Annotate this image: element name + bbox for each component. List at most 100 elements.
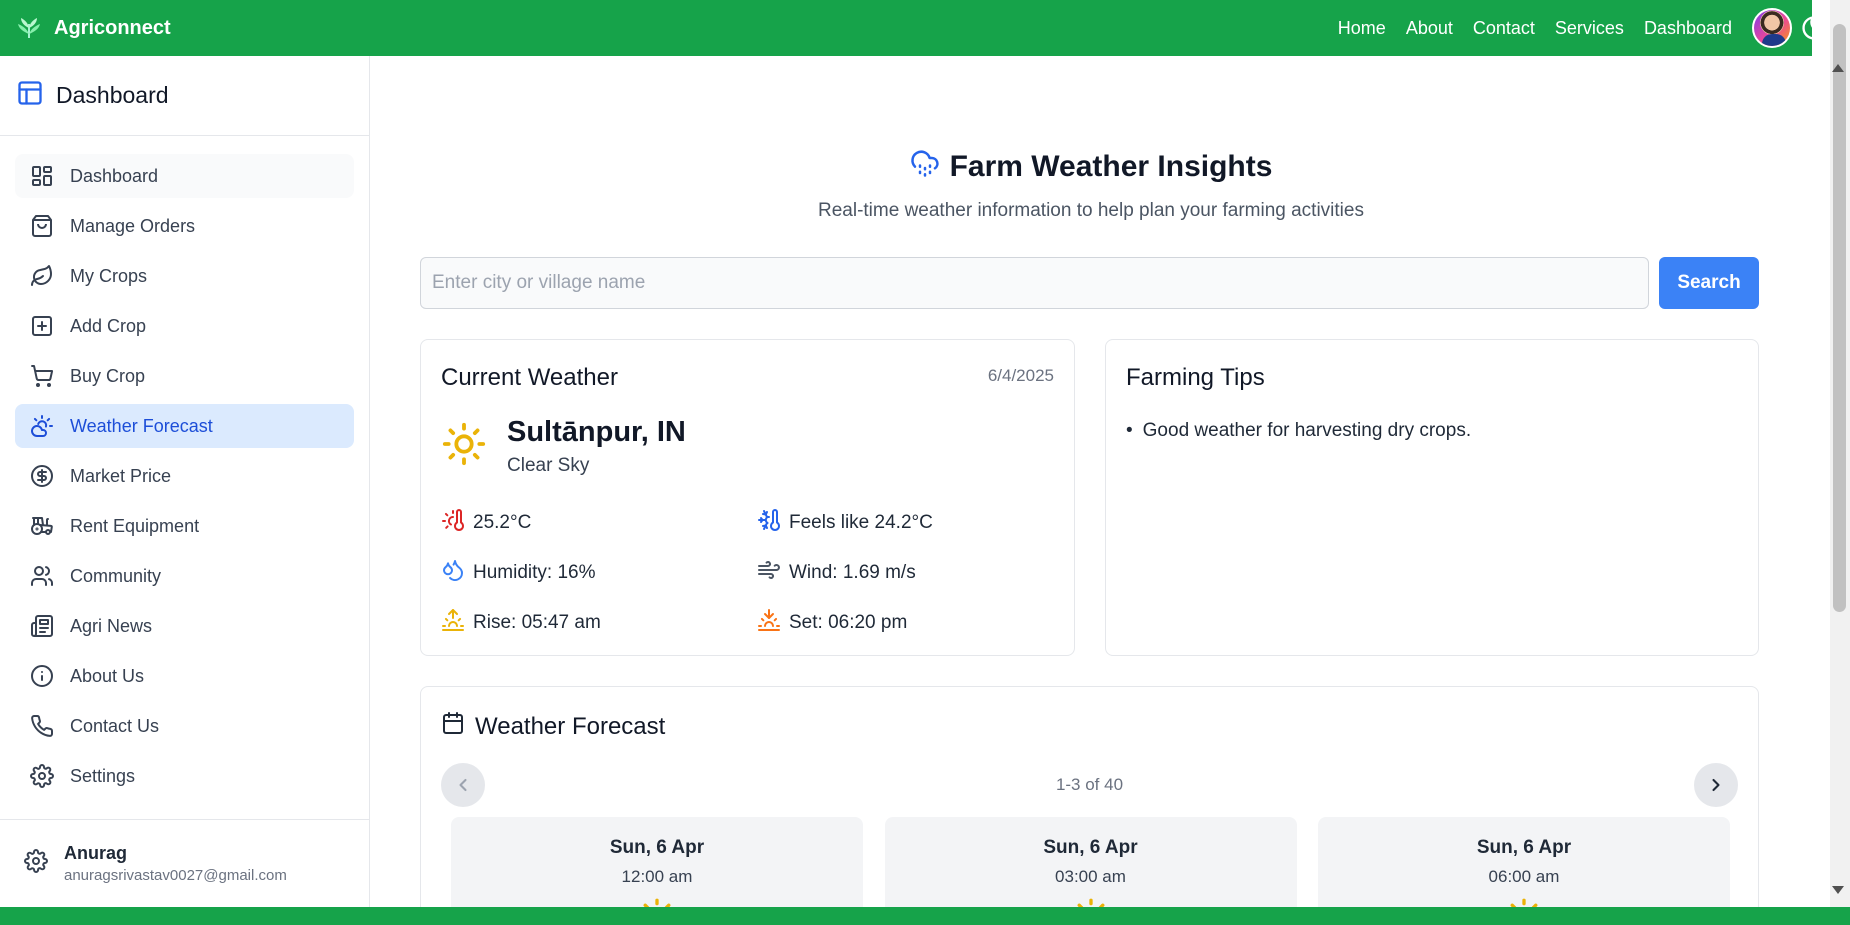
cloud-drizzle-icon (910, 148, 950, 186)
scroll-down-arrow-icon[interactable] (1832, 886, 1844, 894)
sidebar-item-label: Dashboard (70, 165, 159, 186)
sidebar-item-my-crops[interactable]: My Crops (15, 254, 354, 298)
nav-home-link[interactable]: Home (1338, 18, 1386, 39)
user-name: Anurag (64, 843, 127, 863)
sidebar-item-label: My Crops (70, 265, 148, 286)
sidebar-header: Dashboard (0, 56, 369, 136)
location-summary: Sultānpur, IN Clear Sky (441, 416, 686, 477)
tractor-icon (30, 514, 54, 538)
city-search-input[interactable] (420, 257, 1649, 309)
forecast-date: Sun, 6 Apr (1476, 837, 1572, 858)
chevron-right-icon (1712, 778, 1720, 792)
forecast-title: Weather Forecast (441, 711, 665, 742)
forecast-pager: 1-3 of 40 (441, 763, 1738, 807)
phone-icon (30, 714, 54, 738)
next-page-button[interactable] (1694, 763, 1738, 807)
sidebar: Dashboard Dashboard Manage Orders My Cro… (0, 56, 370, 907)
sunrise-value: Rise: 05:47 am (473, 612, 601, 633)
sidebar-item-add-crop[interactable]: Add Crop (15, 304, 354, 348)
feels-like-value: Feels like 24.2°C (789, 512, 933, 533)
sidebar-item-manage-orders[interactable]: Manage Orders (15, 204, 354, 248)
user-avatar[interactable] (1752, 8, 1792, 48)
users-icon (30, 564, 54, 588)
nav-services-link[interactable]: Services (1555, 18, 1624, 39)
forecast-time: 12:00 am (621, 867, 693, 886)
scroll-up-arrow-icon[interactable] (1832, 64, 1844, 72)
sidebar-item-rent-equipment[interactable]: Rent Equipment (15, 504, 354, 548)
nav-contact-link[interactable]: Contact (1473, 18, 1535, 39)
sidebar-item-label: About Us (70, 665, 145, 686)
forecast-item[interactable]: Sun, 6 Apr 03:00 am (884, 817, 1297, 907)
forecast-item[interactable]: Sun, 6 Apr 06:00 am (1318, 817, 1730, 907)
sunset-stat: Set: 06:20 pm (757, 608, 907, 638)
cart-icon (30, 364, 54, 388)
wind-value: Wind: 1.69 m/s (789, 562, 916, 583)
tip-item: • Good weather for harvesting dry crops. (1126, 420, 1471, 442)
pager-label: 1-3 of 40 (1055, 775, 1124, 794)
nav-about-link[interactable]: About (1406, 18, 1453, 39)
farming-tips-card: Farming Tips • Good weather for harvesti… (1105, 339, 1759, 656)
sidebar-item-settings[interactable]: Settings (15, 754, 354, 798)
grid-icon (30, 164, 54, 188)
gear-icon (30, 764, 54, 788)
forecast-time: 06:00 am (1488, 867, 1560, 886)
search-button[interactable]: Search (1659, 257, 1759, 309)
sun-icon (441, 421, 487, 472)
calendar-icon (441, 711, 475, 742)
plus-square-icon (30, 314, 54, 338)
sidebar-item-about-us[interactable]: About Us (15, 654, 354, 698)
user-info: Anurag anuragsrivastav0027@gmail.com (64, 843, 287, 884)
sunrise-icon (441, 608, 473, 638)
main-nav: Home About Contact Services Dashboard (1318, 0, 1792, 56)
thermometer-snow-icon (757, 508, 789, 538)
forecast-title-text: Weather Forecast (475, 712, 666, 740)
droplets-icon (441, 558, 473, 588)
feels-like-stat: Feels like 24.2°C (757, 508, 933, 538)
sidebar-item-weather-forecast[interactable]: Weather Forecast (15, 404, 354, 448)
page-title: Farm Weather Insights (910, 148, 1272, 186)
sidebar-item-label: Buy Crop (70, 365, 146, 386)
layout-icon (16, 79, 44, 112)
wind-stat: Wind: 1.69 m/s (757, 558, 916, 588)
sun-icon (885, 897, 1297, 907)
temperature-value: 25.2°C (473, 512, 532, 533)
sun-icon (1318, 897, 1730, 907)
wind-icon (757, 558, 789, 588)
dollar-circle-icon (30, 464, 54, 488)
humidity-value: Humidity: 16% (473, 562, 596, 583)
weather-condition: Clear Sky (507, 455, 590, 476)
sidebar-item-contact-us[interactable]: Contact Us (15, 704, 354, 748)
info-icon (30, 664, 54, 688)
sidebar-item-buy-crop[interactable]: Buy Crop (15, 354, 354, 398)
sidebar-item-community[interactable]: Community (15, 554, 354, 598)
forecast-time: 03:00 am (1055, 867, 1126, 886)
sidebar-menu: Dashboard Manage Orders My Crops Add Cro… (0, 136, 369, 798)
sidebar-item-label: Manage Orders (70, 215, 196, 236)
humidity-stat: Humidity: 16% (441, 558, 596, 588)
wheat-logo-icon (14, 13, 44, 43)
farming-tips-title: Farming Tips (1126, 364, 1265, 391)
user-email: anuragsrivastav0027@gmail.com (64, 867, 287, 884)
sidebar-item-label: Community (70, 565, 162, 586)
current-weather-card: Current Weather 6/4/2025 Sultānpur, IN C… (420, 339, 1075, 656)
sidebar-item-dashboard[interactable]: Dashboard (15, 154, 354, 198)
shopping-bag-icon (30, 214, 54, 238)
sidebar-item-market-price[interactable]: Market Price (15, 454, 354, 498)
forecast-item[interactable]: Sun, 6 Apr 12:00 am (451, 817, 863, 907)
bottom-footer-strip (0, 907, 1850, 925)
leaf-icon (30, 264, 54, 288)
sidebar-item-label: Add Crop (70, 315, 147, 336)
forecast-list: Sun, 6 Apr 12:00 am Sun, 6 Apr 03:00 am … (451, 817, 1730, 907)
sun-icon (451, 897, 863, 907)
page-header: Farm Weather Insights Real-time weather … (370, 148, 1812, 222)
temperature-stat: 25.2°C (441, 508, 531, 538)
city-name: Sultānpur, IN (507, 416, 686, 448)
brand[interactable]: Agriconnect (14, 13, 171, 43)
sidebar-item-agri-news[interactable]: Agri News (15, 604, 354, 648)
sidebar-item-label: Rent Equipment (70, 515, 200, 536)
main-content: Farm Weather Insights Real-time weather … (370, 56, 1812, 907)
scrollbar-thumb[interactable] (1833, 24, 1846, 612)
sidebar-title: Dashboard (56, 82, 169, 108)
sidebar-user[interactable]: Anurag anuragsrivastav0027@gmail.com (0, 819, 370, 907)
nav-dashboard-link[interactable]: Dashboard (1644, 18, 1732, 39)
